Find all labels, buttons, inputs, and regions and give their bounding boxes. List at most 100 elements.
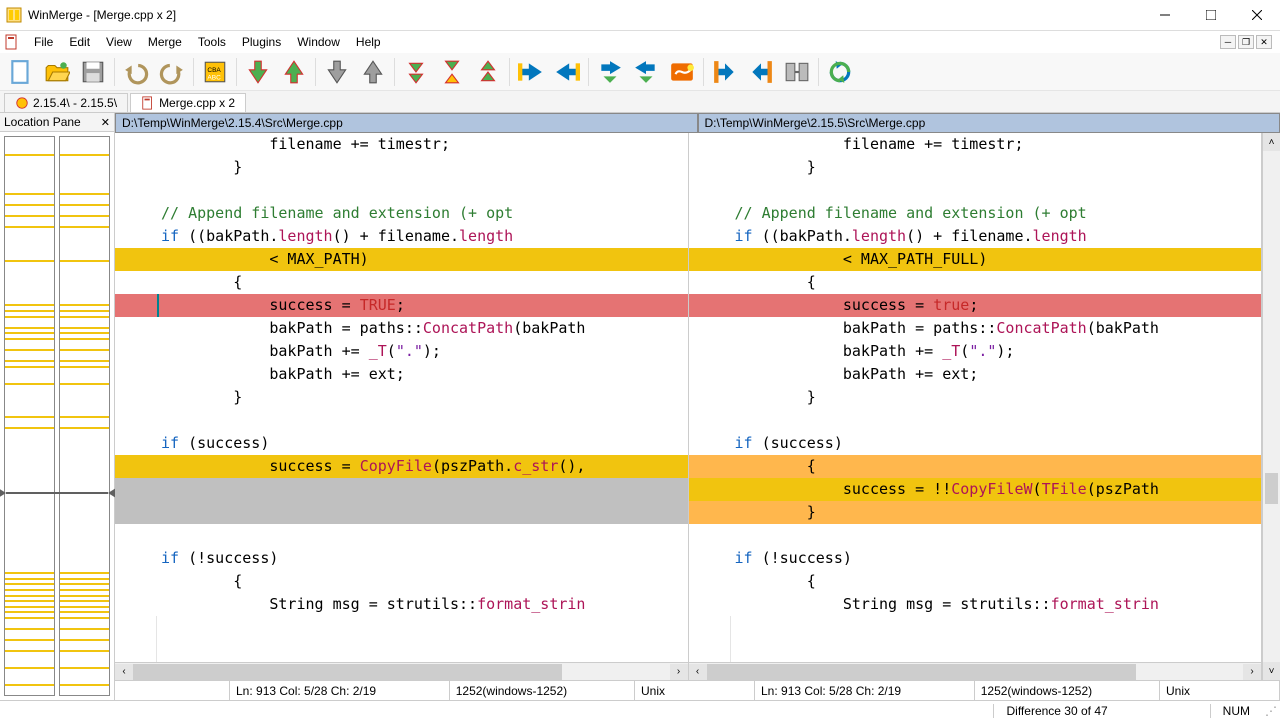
code-line[interactable]: filename += timestr; bbox=[115, 133, 688, 156]
code-line[interactable]: if (!success) bbox=[115, 547, 688, 570]
code-line[interactable]: bakPath += ext; bbox=[689, 363, 1262, 386]
highlight-button[interactable]: CBAABC bbox=[198, 55, 232, 89]
left-editor[interactable]: filename += timestr; } // Append filenam… bbox=[115, 133, 689, 680]
current-diff-button[interactable] bbox=[435, 55, 469, 89]
code-line[interactable]: success = true; bbox=[689, 294, 1262, 317]
code-line[interactable]: { bbox=[115, 570, 688, 593]
code-line[interactable] bbox=[115, 478, 688, 501]
code-line[interactable]: // Append filename and extension (+ opt bbox=[689, 202, 1262, 225]
all-left-button[interactable] bbox=[744, 55, 778, 89]
code-line[interactable]: bakPath += ext; bbox=[115, 363, 688, 386]
code-line[interactable] bbox=[115, 179, 688, 202]
location-pane-body[interactable] bbox=[0, 132, 114, 700]
code-line[interactable]: } bbox=[689, 156, 1262, 179]
svg-text:ABC: ABC bbox=[207, 74, 221, 81]
code-line[interactable]: { bbox=[115, 271, 688, 294]
open-button[interactable] bbox=[40, 55, 74, 89]
new-compare-button[interactable] bbox=[4, 55, 38, 89]
location-pane: Location Pane ✕ bbox=[0, 113, 115, 700]
copy-right-advance-button[interactable] bbox=[593, 55, 627, 89]
last-diff-button[interactable] bbox=[471, 55, 505, 89]
right-path: D:\Temp\WinMerge\2.15.5\Src\Merge.cpp bbox=[698, 113, 1280, 133]
code-line[interactable]: filename += timestr; bbox=[689, 133, 1262, 156]
code-line[interactable]: } bbox=[115, 386, 688, 409]
titlebar: WinMerge - [Merge.cpp x 2] bbox=[0, 0, 1280, 31]
options-button[interactable] bbox=[665, 55, 699, 89]
code-line[interactable] bbox=[115, 409, 688, 432]
maximize-button[interactable] bbox=[1188, 0, 1234, 30]
prev-conflict-button[interactable] bbox=[356, 55, 390, 89]
code-line[interactable]: if ((bakPath.length() + filename.length bbox=[115, 225, 688, 248]
code-line[interactable]: } bbox=[689, 501, 1262, 524]
code-line[interactable]: bakPath = paths::ConcatPath(bakPath bbox=[115, 317, 688, 340]
code-line[interactable]: { bbox=[689, 455, 1262, 478]
left-status-eol: Unix bbox=[635, 681, 755, 700]
auto-merge-button[interactable] bbox=[780, 55, 814, 89]
code-line[interactable]: if ((bakPath.length() + filename.length bbox=[689, 225, 1262, 248]
code-line[interactable]: } bbox=[689, 386, 1262, 409]
menu-plugins[interactable]: Plugins bbox=[234, 33, 289, 51]
right-hscroll[interactable]: ‹› bbox=[689, 662, 1262, 680]
toolbar: CBAABC bbox=[0, 53, 1280, 91]
mdi-restore[interactable]: ❐ bbox=[1238, 35, 1254, 49]
code-line[interactable]: bakPath += _T("."); bbox=[115, 340, 688, 363]
code-line[interactable]: String msg = strutils::format_strin bbox=[689, 593, 1262, 616]
doc-tab-1[interactable]: Merge.cpp x 2 bbox=[130, 93, 246, 112]
code-line[interactable]: bakPath += _T("."); bbox=[689, 340, 1262, 363]
save-button[interactable] bbox=[76, 55, 110, 89]
next-conflict-button[interactable] bbox=[320, 55, 354, 89]
code-line[interactable] bbox=[115, 524, 688, 547]
code-line[interactable]: if (success) bbox=[115, 432, 688, 455]
vscroll[interactable]: ˄˅ bbox=[1262, 133, 1280, 680]
code-line[interactable]: success = CopyFile(pszPath.c_str(), bbox=[115, 455, 688, 478]
diff-count: Difference 30 of 47 bbox=[993, 704, 1119, 718]
redo-button[interactable] bbox=[155, 55, 189, 89]
code-line[interactable]: } bbox=[115, 156, 688, 179]
code-line[interactable]: bakPath = paths::ConcatPath(bakPath bbox=[689, 317, 1262, 340]
code-line[interactable] bbox=[115, 501, 688, 524]
code-line[interactable]: if (!success) bbox=[689, 547, 1262, 570]
all-right-button[interactable] bbox=[708, 55, 742, 89]
code-line[interactable] bbox=[689, 409, 1262, 432]
refresh-button[interactable] bbox=[823, 55, 857, 89]
next-diff-button[interactable] bbox=[241, 55, 275, 89]
menu-file[interactable]: File bbox=[26, 33, 61, 51]
location-pane-close[interactable]: ✕ bbox=[101, 116, 110, 129]
menu-window[interactable]: Window bbox=[289, 33, 348, 51]
menu-merge[interactable]: Merge bbox=[140, 33, 190, 51]
code-line[interactable]: < MAX_PATH_FULL) bbox=[689, 248, 1262, 271]
code-line[interactable]: // Append filename and extension (+ opt bbox=[115, 202, 688, 225]
svg-text:CBA: CBA bbox=[207, 67, 221, 74]
code-line[interactable]: success = TRUE; bbox=[115, 294, 688, 317]
first-diff-button[interactable] bbox=[399, 55, 433, 89]
code-line[interactable] bbox=[689, 524, 1262, 547]
mdi-minimize[interactable]: ─ bbox=[1220, 35, 1236, 49]
copy-right-button[interactable] bbox=[514, 55, 548, 89]
code-line[interactable]: String msg = strutils::format_strin bbox=[115, 593, 688, 616]
right-editor[interactable]: filename += timestr; } // Append filenam… bbox=[689, 133, 1263, 680]
menu-view[interactable]: View bbox=[98, 33, 140, 51]
menu-tools[interactable]: Tools bbox=[190, 33, 234, 51]
close-button[interactable] bbox=[1234, 0, 1280, 30]
copy-left-advance-button[interactable] bbox=[629, 55, 663, 89]
undo-button[interactable] bbox=[119, 55, 153, 89]
code-line[interactable] bbox=[689, 179, 1262, 202]
minimize-button[interactable] bbox=[1142, 0, 1188, 30]
prev-diff-button[interactable] bbox=[277, 55, 311, 89]
left-hscroll[interactable]: ‹› bbox=[115, 662, 688, 680]
code-line[interactable]: success = !!CopyFileW(TFile(pszPath bbox=[689, 478, 1262, 501]
code-line[interactable]: < MAX_PATH) bbox=[115, 248, 688, 271]
menu-help[interactable]: Help bbox=[348, 33, 389, 51]
code-line[interactable]: { bbox=[689, 271, 1262, 294]
mdi-close[interactable]: ✕ bbox=[1256, 35, 1272, 49]
copy-left-button[interactable] bbox=[550, 55, 584, 89]
code-line[interactable]: if (success) bbox=[689, 432, 1262, 455]
doc-tab-label: Merge.cpp x 2 bbox=[159, 96, 235, 110]
left-status-pos: Ln: 913 Col: 5/28 Ch: 2/19 bbox=[230, 681, 450, 700]
app-icon bbox=[6, 7, 22, 23]
doc-tab-0[interactable]: 2.15.4\ - 2.15.5\ bbox=[4, 93, 128, 112]
code-line[interactable]: { bbox=[689, 570, 1262, 593]
right-status-pos: Ln: 913 Col: 5/28 Ch: 2/19 bbox=[755, 681, 975, 700]
location-pane-title: Location Pane bbox=[4, 115, 81, 129]
menu-edit[interactable]: Edit bbox=[61, 33, 98, 51]
